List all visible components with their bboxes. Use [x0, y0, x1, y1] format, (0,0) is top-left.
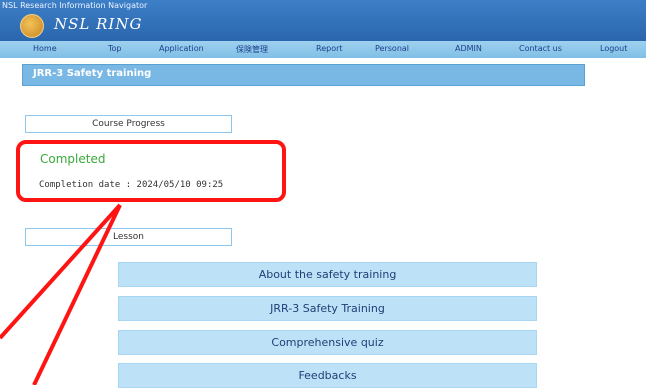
callout-line-lower	[32, 204, 122, 385]
callout-line-upper	[0, 203, 122, 340]
callout-arrows	[0, 203, 122, 385]
